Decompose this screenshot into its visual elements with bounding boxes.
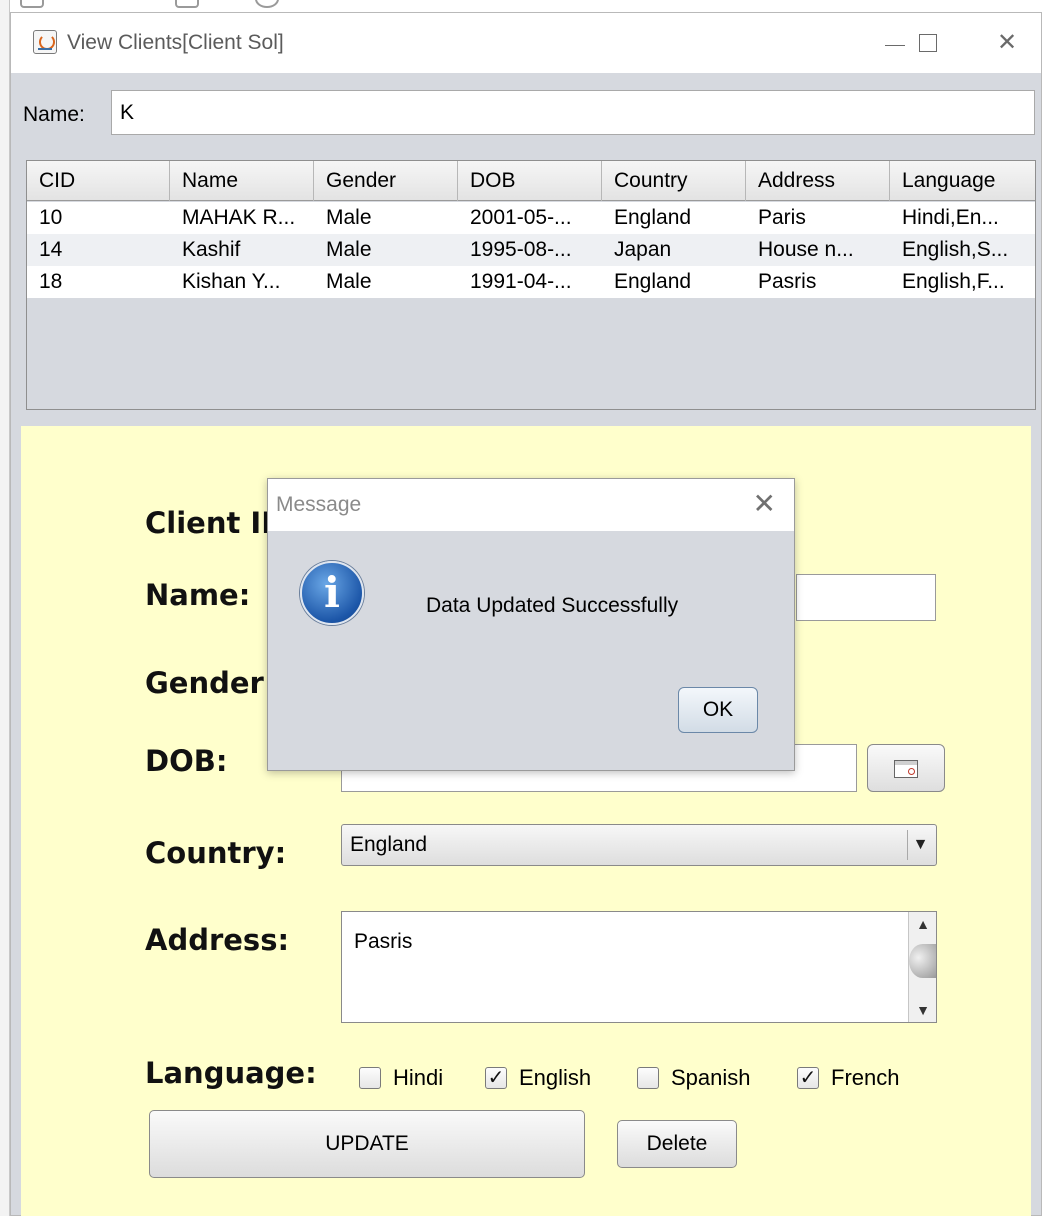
checkmark-icon: ✓ <box>799 1067 817 1089</box>
message-dialog: Message ✕ i Data Updated Successfully OK <box>267 478 795 771</box>
column-header-language[interactable]: Language <box>890 161 1035 201</box>
cell-gender: Male <box>326 238 372 261</box>
title-bar[interactable]: View Clients[Client Sol] ✕ <box>11 13 1041 73</box>
cell-gender: Male <box>326 270 372 293</box>
ok-button[interactable]: OK <box>678 687 758 733</box>
cell-name: Kashif <box>182 238 241 261</box>
scroll-down-icon[interactable]: ▼ <box>912 1000 934 1020</box>
desktop-toolbar-icon <box>175 0 199 8</box>
language-label: Language: <box>145 1056 317 1090</box>
update-button[interactable]: UPDATE <box>149 1110 585 1178</box>
name-filter-input[interactable]: K <box>111 90 1035 135</box>
name-input[interactable] <box>796 574 936 621</box>
checkbox-checked[interactable]: ✓ <box>797 1067 819 1089</box>
checkmark-icon: ✓ <box>487 1067 505 1089</box>
desktop-toolbar-icon <box>255 0 279 8</box>
gender-label: Gender <box>145 666 264 700</box>
checkbox-unchecked[interactable] <box>637 1067 659 1089</box>
country-label: Country: <box>145 836 287 870</box>
client-id-label: Client II <box>145 506 273 540</box>
desktop-toolbar-icon <box>20 0 44 8</box>
column-header-cid[interactable]: CID <box>27 161 170 201</box>
table-body: 10 MAHAK R... Male 2001-05-... England P… <box>27 202 1035 298</box>
checkbox-label: Spanish <box>671 1065 751 1090</box>
name-label: Name: <box>145 578 251 612</box>
scroll-up-icon[interactable]: ▲ <box>912 914 934 934</box>
dialog-message: Data Updated Successfully <box>426 594 679 617</box>
cell-language: English,F... <box>902 270 1005 293</box>
dialog-close-button[interactable]: ✕ <box>753 487 776 520</box>
cell-dob: 1995-08-... <box>470 238 572 261</box>
clients-table: CID Name Gender DOB Country Address Lang… <box>26 160 1036 410</box>
address-textarea[interactable]: Pasris ▲ ▼ <box>341 911 937 1023</box>
cell-country: Japan <box>614 238 672 261</box>
java-app-icon <box>33 30 57 54</box>
minimize-icon <box>885 45 905 46</box>
cell-country: England <box>614 206 692 229</box>
table-row[interactable]: 18 Kishan Y... Male 1991-04-... England … <box>27 266 1035 298</box>
cell-country: England <box>614 270 692 293</box>
address-scrollbar[interactable]: ▲ ▼ <box>908 912 936 1022</box>
table-row[interactable]: 10 MAHAK R... Male 2001-05-... England P… <box>27 202 1035 234</box>
delete-button[interactable]: Delete <box>617 1120 737 1168</box>
dob-label: DOB: <box>145 744 228 778</box>
close-icon: ✕ <box>752 488 776 519</box>
cell-dob: 1991-04-... <box>470 270 572 293</box>
checkbox-label: English <box>519 1065 592 1090</box>
table-header: CID Name Gender DOB Country Address Lang… <box>27 161 1035 201</box>
column-header-country[interactable]: Country <box>602 161 746 201</box>
checkbox-label: Hindi <box>393 1065 444 1090</box>
desktop-background <box>0 0 1042 12</box>
maximize-button[interactable] <box>907 25 951 61</box>
cell-dob: 2001-05-... <box>470 206 572 229</box>
maximize-icon <box>919 34 937 52</box>
cell-cid: 14 <box>39 238 63 261</box>
dialog-title: Message <box>276 493 362 516</box>
checkbox-checked[interactable]: ✓ <box>485 1067 507 1089</box>
address-text: Pasris <box>354 930 413 953</box>
window-title: View Clients[Client Sol] <box>67 31 284 54</box>
column-header-name[interactable]: Name <box>170 161 314 201</box>
column-header-address[interactable]: Address <box>746 161 890 201</box>
column-header-gender[interactable]: Gender <box>314 161 458 201</box>
country-selected-value: England <box>350 833 428 856</box>
info-icon: i <box>300 561 364 625</box>
checkbox-label: French <box>831 1065 900 1090</box>
chevron-down-icon[interactable]: ▼ <box>907 830 933 860</box>
cell-address: Paris <box>758 206 806 229</box>
table-row[interactable]: 14 Kashif Male 1995-08-... Japan House n… <box>27 234 1035 266</box>
column-header-dob[interactable]: DOB <box>458 161 602 201</box>
cell-cid: 18 <box>39 270 63 293</box>
country-select[interactable]: England ▼ <box>341 824 937 866</box>
close-button[interactable]: ✕ <box>985 25 1029 61</box>
cell-address: House n... <box>758 238 854 261</box>
cell-language: English,S... <box>902 238 1009 261</box>
cell-address: Pasris <box>758 270 817 293</box>
cell-cid: 10 <box>39 206 63 229</box>
date-picker-button[interactable] <box>867 744 945 792</box>
calendar-icon <box>894 760 918 778</box>
address-label: Address: <box>145 923 290 957</box>
cell-name: Kishan Y... <box>182 270 281 293</box>
cell-gender: Male <box>326 206 372 229</box>
desktop-side-strip <box>0 0 10 1216</box>
checkbox-unchecked[interactable] <box>359 1067 381 1089</box>
cell-language: Hindi,En... <box>902 206 999 229</box>
close-icon: ✕ <box>996 29 1018 56</box>
cell-name: MAHAK R... <box>182 206 296 229</box>
name-filter-label: Name: <box>23 103 85 126</box>
dialog-title-bar[interactable]: Message ✕ <box>268 479 794 531</box>
scroll-thumb[interactable] <box>909 944 936 978</box>
